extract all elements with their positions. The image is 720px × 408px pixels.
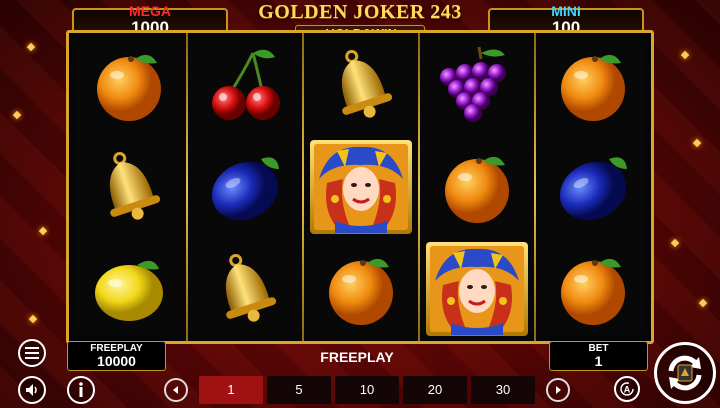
bet-decrease-button[interactable] [164, 378, 188, 402]
menu-icon [25, 347, 39, 359]
orange-symbol [72, 34, 185, 136]
cherry-symbol [188, 34, 301, 136]
bet-increase-button[interactable] [546, 378, 570, 402]
reel-4 [420, 33, 533, 341]
plum-symbol [188, 136, 301, 238]
chevron-right-icon [556, 386, 561, 394]
game-title: GOLDEN JOKER 243 [258, 1, 462, 23]
autoplay-icon: A [620, 382, 634, 396]
mega-jackpot-label: MEGA [129, 3, 171, 19]
orange-symbol [304, 238, 417, 340]
freeplay-balance-panel: FREEPLAY 10000 [67, 341, 166, 371]
bell-symbol [188, 238, 301, 340]
chevron-left-icon [173, 386, 178, 394]
svg-text:A: A [624, 385, 631, 395]
bet-value: 1 [594, 353, 603, 369]
bet-panel: BET 1 [549, 341, 648, 371]
speaker-icon [26, 384, 37, 396]
info-button[interactable] [67, 376, 95, 404]
freeplay-balance-value: 10000 [97, 353, 136, 369]
joker-symbol [420, 238, 533, 340]
reel-5 [536, 33, 649, 341]
reel-grid[interactable] [66, 30, 654, 344]
joker-symbol [304, 136, 417, 238]
menu-button[interactable] [18, 339, 46, 367]
grapes-symbol [420, 34, 533, 136]
bell-symbol [72, 136, 185, 238]
bet-option-button[interactable]: 5 [267, 376, 331, 404]
mini-jackpot-label: MINI [551, 3, 581, 19]
status-message: FREEPLAY [320, 349, 394, 365]
sound-button[interactable] [18, 376, 46, 404]
lemon-symbol [72, 238, 185, 340]
bet-option-button[interactable]: 30 [471, 376, 535, 404]
reel-3 [304, 33, 417, 341]
orange-symbol [420, 136, 533, 238]
bet-selector: 1 5 10 20 30 [164, 376, 580, 404]
bet-option-button[interactable]: 10 [335, 376, 399, 404]
info-icon [79, 382, 83, 397]
orange-symbol [536, 34, 649, 136]
autoplay-button[interactable]: A [614, 376, 640, 402]
plum-symbol [536, 136, 649, 238]
spin-button[interactable] [654, 342, 716, 404]
bet-option-button[interactable]: 20 [403, 376, 467, 404]
bet-option-button[interactable]: 1 [199, 376, 263, 404]
reel-1 [72, 33, 185, 341]
reel-2 [188, 33, 301, 341]
spin-icon [668, 355, 702, 391]
bell-symbol [304, 34, 417, 136]
orange-symbol [536, 238, 649, 340]
